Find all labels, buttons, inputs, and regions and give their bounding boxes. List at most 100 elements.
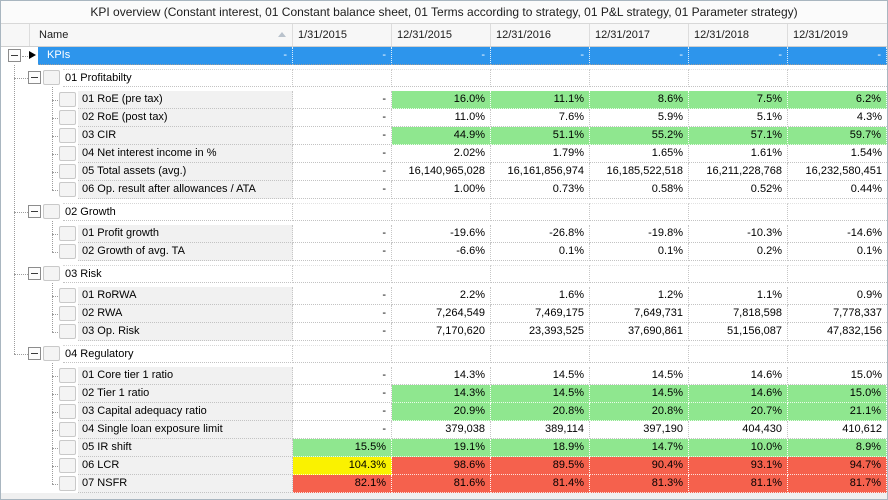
value-cell[interactable]: 0.1%: [590, 243, 689, 261]
value-cell[interactable]: 0.9%: [788, 287, 887, 305]
value-cell[interactable]: 1.1%: [689, 287, 788, 305]
group-label[interactable]: 01 Profitabilty: [63, 69, 293, 87]
value-cell[interactable]: 8.6%: [590, 91, 689, 109]
value-cell[interactable]: [491, 265, 590, 283]
value-cell[interactable]: 1.65%: [590, 145, 689, 163]
row-indicator-cell[interactable]: [59, 306, 76, 321]
value-cell[interactable]: 0.2%: [689, 243, 788, 261]
kpi-row[interactable]: 03 CIR - 44.9% 51.1% 55.2% 57.1% 59.7%: [1, 127, 887, 145]
row-label[interactable]: 04 Single loan exposure limit: [78, 421, 293, 439]
value-cell[interactable]: -10.3%: [689, 225, 788, 243]
column-header-date-1[interactable]: 1/31/2015: [293, 24, 392, 46]
value-cell[interactable]: 14.6%: [689, 385, 788, 403]
value-cell[interactable]: 18.9%: [491, 439, 590, 457]
value-cell[interactable]: -: [590, 47, 689, 65]
value-cell[interactable]: 8.9%: [788, 439, 887, 457]
kpi-row[interactable]: 02 RWA - 7,264,549 7,469,175 7,649,731 7…: [1, 305, 887, 323]
kpi-row[interactable]: 04 Net interest income in % - 2.02% 1.79…: [1, 145, 887, 163]
value-cell[interactable]: 14.6%: [689, 367, 788, 385]
column-header-date-5[interactable]: 12/31/2018: [689, 24, 788, 46]
kpi-row[interactable]: 01 Profit growth - -19.6% -26.8% -19.8% …: [1, 225, 887, 243]
row-indicator-cell[interactable]: [59, 368, 76, 383]
value-cell[interactable]: 0.44%: [788, 181, 887, 199]
value-cell[interactable]: 20.7%: [689, 403, 788, 421]
value-cell[interactable]: 1.61%: [689, 145, 788, 163]
value-cell[interactable]: [590, 265, 689, 283]
value-cell[interactable]: 20.9%: [392, 403, 491, 421]
value-cell[interactable]: 16,232,580,451: [788, 163, 887, 181]
row-indicator-cell[interactable]: [59, 458, 76, 473]
value-cell[interactable]: 0.58%: [590, 181, 689, 199]
value-cell[interactable]: 47,832,156: [788, 323, 887, 341]
value-cell[interactable]: 81.3%: [590, 475, 689, 493]
value-cell[interactable]: 98.6%: [392, 457, 491, 475]
kpi-row[interactable]: 06 Op. result after allowances / ATA - 1…: [1, 181, 887, 199]
value-cell[interactable]: -: [293, 181, 392, 199]
row-indicator-cell[interactable]: [59, 422, 76, 437]
value-cell[interactable]: -: [293, 145, 392, 163]
kpi-row[interactable]: 02 RoE (post tax) - 11.0% 7.6% 5.9% 5.1%…: [1, 109, 887, 127]
value-cell[interactable]: 389,114: [491, 421, 590, 439]
column-header-date-2[interactable]: 12/31/2015: [392, 24, 491, 46]
value-cell[interactable]: [788, 203, 887, 221]
value-cell[interactable]: 379,038: [392, 421, 491, 439]
value-cell[interactable]: 11.0%: [392, 109, 491, 127]
value-cell[interactable]: 104.3%: [293, 457, 392, 475]
row-label[interactable]: 03 Op. Risk: [78, 323, 293, 341]
group-row[interactable]: 03 Risk: [1, 265, 887, 283]
kpi-row[interactable]: 05 IR shift 15.5% 19.1% 18.9% 14.7% 10.0…: [1, 439, 887, 457]
value-cell[interactable]: 21.1%: [788, 403, 887, 421]
row-label[interactable]: 02 Tier 1 ratio: [78, 385, 293, 403]
value-cell[interactable]: -6.6%: [392, 243, 491, 261]
value-cell[interactable]: 7.5%: [689, 91, 788, 109]
value-cell[interactable]: 410,612: [788, 421, 887, 439]
value-cell[interactable]: -: [293, 47, 392, 65]
value-cell[interactable]: -: [293, 403, 392, 421]
kpi-row[interactable]: 02 Growth of avg. TA - -6.6% 0.1% 0.1% 0…: [1, 243, 887, 261]
value-cell[interactable]: 93.1%: [689, 457, 788, 475]
kpi-row[interactable]: 03 Op. Risk - 7,170,620 23,393,525 37,69…: [1, 323, 887, 341]
column-header-name[interactable]: Name: [30, 24, 293, 46]
row-indicator-cell[interactable]: [43, 204, 60, 219]
row-label[interactable]: 01 RoRWA: [78, 287, 293, 305]
value-cell[interactable]: 82.1%: [293, 475, 392, 493]
value-cell[interactable]: -: [491, 47, 590, 65]
row-indicator-cell[interactable]: [59, 288, 76, 303]
value-cell[interactable]: 7,264,549: [392, 305, 491, 323]
value-cell[interactable]: 1.00%: [392, 181, 491, 199]
value-cell[interactable]: 81.4%: [491, 475, 590, 493]
value-cell[interactable]: 81.7%: [788, 475, 887, 493]
value-cell[interactable]: [590, 345, 689, 363]
kpi-row[interactable]: 01 RoRWA - 2.2% 1.6% 1.2% 1.1% 0.9%: [1, 287, 887, 305]
expand-collapse-box[interactable]: [28, 267, 41, 280]
value-cell[interactable]: 20.8%: [590, 403, 689, 421]
value-cell[interactable]: 57.1%: [689, 127, 788, 145]
value-cell[interactable]: 6.2%: [788, 91, 887, 109]
value-cell[interactable]: 81.1%: [689, 475, 788, 493]
value-cell[interactable]: -: [293, 385, 392, 403]
group-row[interactable]: 01 Profitabilty: [1, 69, 887, 87]
row-indicator-cell[interactable]: [59, 110, 76, 125]
value-cell[interactable]: [491, 69, 590, 87]
value-cell[interactable]: 37,690,861: [590, 323, 689, 341]
value-cell[interactable]: 16.0%: [392, 91, 491, 109]
value-cell[interactable]: 0.73%: [491, 181, 590, 199]
value-cell[interactable]: -: [293, 109, 392, 127]
row-indicator-cell[interactable]: [59, 128, 76, 143]
value-cell[interactable]: [293, 69, 392, 87]
group-label[interactable]: 04 Regulatory: [63, 345, 293, 363]
group-row[interactable]: 02 Growth: [1, 203, 887, 221]
column-header-date-6[interactable]: 12/31/2019: [788, 24, 887, 46]
value-cell[interactable]: -26.8%: [491, 225, 590, 243]
kpi-row[interactable]: 04 Single loan exposure limit - 379,038 …: [1, 421, 887, 439]
kpi-row[interactable]: 03 Capital adequacy ratio - 20.9% 20.8% …: [1, 403, 887, 421]
value-cell[interactable]: [788, 69, 887, 87]
value-cell[interactable]: 81.6%: [392, 475, 491, 493]
value-cell[interactable]: 7,818,598: [689, 305, 788, 323]
row-indicator-cell[interactable]: [59, 92, 76, 107]
value-cell[interactable]: 89.5%: [491, 457, 590, 475]
value-cell[interactable]: 51,156,087: [689, 323, 788, 341]
row-indicator-cell[interactable]: [59, 386, 76, 401]
value-cell[interactable]: 7.6%: [491, 109, 590, 127]
value-cell[interactable]: 14.5%: [491, 385, 590, 403]
